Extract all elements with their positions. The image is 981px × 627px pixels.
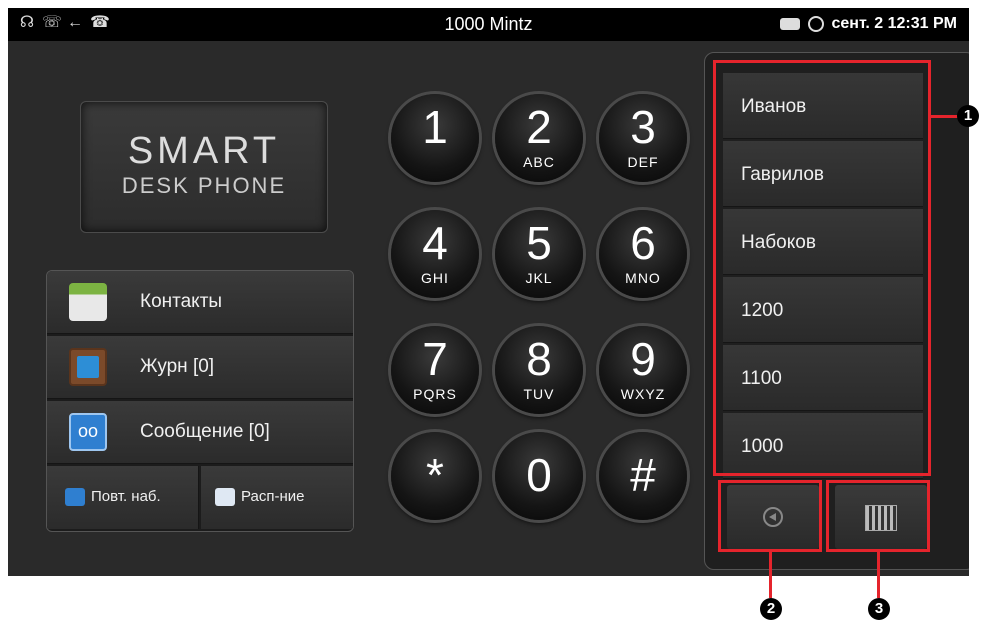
- key-digit: *: [426, 449, 444, 501]
- callout-line-3: [877, 552, 880, 598]
- key-letters: MNO: [625, 270, 661, 286]
- key-letters: GHI: [421, 270, 449, 286]
- schedule-button[interactable]: Расп-ние: [201, 466, 353, 529]
- menu-messages-label: Сообщение [0]: [140, 421, 270, 442]
- calendar-icon: [215, 488, 235, 506]
- menu-log-button[interactable]: Журн [0]: [47, 336, 353, 399]
- menu-contacts-label: Контакты: [140, 291, 223, 312]
- key-6[interactable]: 6 MNO: [599, 210, 687, 298]
- contacts-icon: [69, 283, 107, 321]
- key-digit: 9: [630, 333, 656, 385]
- panel-toggle-button[interactable]: [835, 485, 927, 549]
- recent-item[interactable]: 1100: [723, 345, 923, 411]
- voicemail-icon: oo: [69, 413, 107, 451]
- key-letters: ABC: [523, 154, 555, 170]
- key-letters: JKL: [525, 270, 553, 286]
- back-button[interactable]: [727, 485, 819, 549]
- panel-toggle-icon: [865, 505, 897, 531]
- key-4[interactable]: 4 GHI: [391, 210, 479, 298]
- menu-messages-button[interactable]: oo Сообщение [0]: [47, 401, 353, 464]
- key-digit: 8: [526, 333, 552, 385]
- key-7[interactable]: 7 PQRS: [391, 326, 479, 414]
- recent-item[interactable]: Иванов: [723, 73, 923, 139]
- key-letters: PQRS: [413, 386, 457, 402]
- key-hash[interactable]: #: [599, 432, 687, 520]
- schedule-label: Расп-ние: [241, 488, 305, 505]
- recent-item-label: Набоков: [741, 232, 816, 253]
- key-letters: WXYZ: [620, 386, 666, 402]
- key-digit: 2: [526, 101, 552, 153]
- callout-1: 1: [957, 105, 979, 127]
- call-log-icon: [69, 348, 107, 386]
- phone-screen: ☊ ☏ ← ☎ 1000 Mintz сент. 2 12:31 PM SMAR…: [8, 8, 969, 576]
- recent-item[interactable]: Гаврилов: [723, 141, 923, 207]
- recent-item[interactable]: 1000: [723, 413, 923, 479]
- logo-line2: DESK PHONE: [121, 173, 287, 198]
- alarm-icon: [807, 16, 824, 32]
- key-9[interactable]: 9 WXYZ: [599, 326, 687, 414]
- callout-3: 3: [868, 598, 890, 620]
- key-star[interactable]: *: [391, 432, 479, 520]
- key-digit: #: [630, 449, 656, 501]
- callout-2: 2: [760, 598, 782, 620]
- key-0[interactable]: 0: [495, 432, 583, 520]
- recent-item[interactable]: 1200: [723, 277, 923, 343]
- callout-line-2: [769, 552, 772, 598]
- recent-item-label: 1000: [741, 436, 784, 457]
- recent-item-label: 1200: [741, 300, 784, 321]
- key-5[interactable]: 5 JKL: [495, 210, 583, 298]
- recent-calls-panel: Иванов Гаврилов Набоков 1200 1100 1000: [704, 52, 969, 570]
- key-digit: 7: [422, 333, 448, 385]
- menu-log-label: Журн [0]: [140, 356, 215, 377]
- key-3[interactable]: 3 DEF: [599, 94, 687, 182]
- redial-icon: [65, 488, 85, 506]
- key-digit: 6: [630, 217, 656, 269]
- key-1[interactable]: 1: [391, 94, 479, 182]
- callout-line-1: [931, 115, 959, 118]
- recent-item-label: 1100: [741, 368, 782, 389]
- handset-icon: [779, 18, 800, 30]
- status-datetime: сент. 2 12:31 PM: [831, 15, 958, 32]
- key-2[interactable]: 2 ABC: [495, 94, 583, 182]
- key-digit: 3: [630, 101, 656, 153]
- smart-desk-phone-logo: SMART DESK PHONE: [80, 101, 328, 233]
- logo-line1: SMART: [127, 130, 281, 172]
- key-letters: DEF: [627, 154, 659, 170]
- redial-button[interactable]: Повт. наб.: [47, 466, 199, 529]
- redial-label: Повт. наб.: [91, 488, 161, 505]
- key-letters: TUV: [523, 386, 555, 402]
- recent-item[interactable]: Набоков: [723, 209, 923, 275]
- key-8[interactable]: 8 TUV: [495, 326, 583, 414]
- status-bar: ☊ ☏ ← ☎ 1000 Mintz сент. 2 12:31 PM: [8, 8, 969, 41]
- key-digit: 5: [526, 217, 552, 269]
- key-digit: 1: [422, 101, 448, 153]
- main-menu: Контакты Журн [0] oo Сообщение [0] Повт.…: [46, 270, 354, 532]
- back-icon: [763, 507, 783, 527]
- recent-item-label: Гаврилов: [741, 164, 825, 185]
- key-digit: 4: [422, 217, 448, 269]
- key-digit: 0: [526, 449, 552, 501]
- recent-item-label: Иванов: [741, 96, 807, 117]
- menu-contacts-button[interactable]: Контакты: [47, 271, 353, 334]
- menu-bottom-row: Повт. наб. Расп-ние: [47, 466, 353, 529]
- status-right: сент. 2 12:31 PM: [779, 15, 958, 33]
